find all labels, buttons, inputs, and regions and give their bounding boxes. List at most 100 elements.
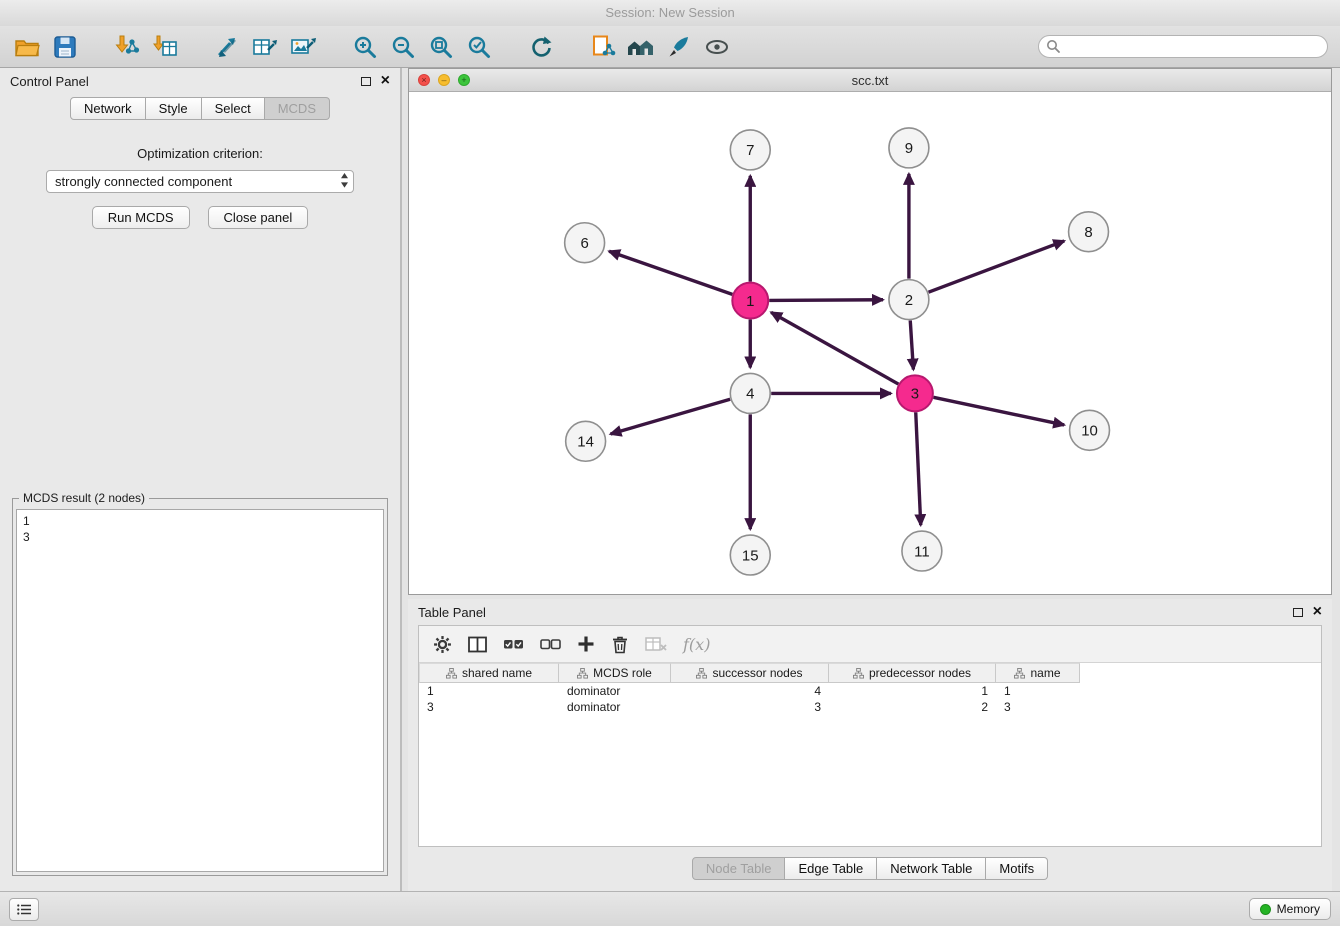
column-header-successor-nodes[interactable]: successor nodes [671,663,829,683]
close-panel-button[interactable]: Close panel [208,206,309,229]
refresh-view-icon[interactable] [526,32,556,62]
window-minimize-button[interactable]: – [438,74,450,86]
network-window-titlebar: × – + scc.txt [409,69,1331,92]
criterion-select[interactable]: strongly connected component [46,170,354,193]
table-row[interactable]: 1dominator411 [419,683,1321,699]
home-icon[interactable] [626,32,656,62]
close-table-panel-icon[interactable]: × [1313,605,1322,619]
table-tabbar: Node Table Edge Table Network Table Moti… [418,852,1322,884]
zoom-in-icon[interactable] [350,32,380,62]
graph-node-14[interactable]: 14 [566,421,606,461]
add-row-icon[interactable] [577,635,595,653]
new-network-icon[interactable] [212,32,242,62]
table-cell[interactable]: 2 [829,699,996,715]
graph-edge-1-2[interactable] [769,300,883,301]
graph-edge-3-11[interactable] [916,412,921,525]
tab-motifs[interactable]: Motifs [986,857,1048,880]
delete-row-icon[interactable] [611,635,629,654]
float-panel-icon[interactable] [361,77,371,86]
save-session-icon[interactable] [50,32,80,62]
graph-node-2[interactable]: 2 [889,280,929,320]
table-cell[interactable]: 3 [671,699,829,715]
column-header-name[interactable]: name [996,663,1080,683]
graph-edge-1-6[interactable] [609,251,732,294]
table-toolbar: f(x) [419,626,1321,663]
tab-network-table[interactable]: Network Table [877,857,986,880]
tab-edge-table[interactable]: Edge Table [785,857,877,880]
table-rows[interactable]: 1dominator4113dominator323 [419,683,1321,846]
function-builder-icon[interactable]: f(x) [683,635,710,654]
memory-status-icon [1260,904,1271,915]
graph-node-1[interactable]: 1 [732,283,768,319]
open-network-file-icon[interactable] [588,32,618,62]
network-canvas[interactable]: 7 9 6 8 1 2 4 3 14 10 15 11 [409,92,1331,594]
table-cell[interactable]: 1 [996,683,1080,699]
window-close-button[interactable]: × [418,74,430,86]
mcds-result-list[interactable]: 13 [16,509,384,872]
import-network-icon[interactable] [112,32,142,62]
table-cell[interactable]: dominator [559,683,671,699]
zoom-selected-icon[interactable] [464,32,494,62]
show-graphics-details-icon[interactable] [702,32,732,62]
zoom-out-icon[interactable] [388,32,418,62]
tab-mcds[interactable]: MCDS [265,97,330,120]
float-table-panel-icon[interactable] [1293,608,1303,617]
delete-table-icon[interactable] [645,636,667,652]
table-cell[interactable]: 4 [671,683,829,699]
new-table-icon[interactable] [250,32,280,62]
control-panel-header: Control Panel × [0,68,400,94]
tab-node-table[interactable]: Node Table [692,857,786,880]
table-cell[interactable]: 1 [419,683,559,699]
select-all-icon[interactable] [503,637,524,651]
graph-node-10[interactable]: 10 [1070,410,1110,450]
close-panel-icon[interactable]: × [381,74,390,88]
memory-button[interactable]: Memory [1249,898,1331,920]
graph-edge-2-3[interactable] [910,321,913,370]
table-cell[interactable]: 3 [419,699,559,715]
criterion-selected-value: strongly connected component [55,174,232,189]
graph-node-label: 10 [1081,423,1098,440]
window-maximize-button[interactable]: + [458,74,470,86]
column-header-shared-name[interactable]: shared name [419,663,559,683]
style-brush-icon[interactable] [664,32,694,62]
run-mcds-button[interactable]: Run MCDS [92,206,190,229]
table-cell[interactable]: dominator [559,699,671,715]
column-header-label: predecessor nodes [869,666,971,680]
tab-style[interactable]: Style [146,97,202,120]
open-session-icon[interactable] [12,32,42,62]
graph-node-8[interactable]: 8 [1069,212,1109,252]
tab-select[interactable]: Select [202,97,265,120]
graph-node-4[interactable]: 4 [730,373,770,413]
control-panel-title: Control Panel [10,74,89,89]
task-history-button[interactable] [9,898,39,921]
deselect-all-icon[interactable] [540,637,561,651]
graph-node-6[interactable]: 6 [565,223,605,263]
graph-edge-4-14[interactable] [611,399,731,434]
table-cell[interactable]: 3 [996,699,1080,715]
graph-node-11[interactable]: 11 [902,531,942,571]
export-image-icon[interactable] [288,32,318,62]
tab-network[interactable]: Network [70,97,146,120]
column-header-MCDS-role[interactable]: MCDS role [559,663,671,683]
graph-node-3[interactable]: 3 [897,375,933,411]
graph-edge-3-10[interactable] [933,397,1064,425]
column-header-predecessor-nodes[interactable]: predecessor nodes [829,663,996,683]
table-panel-header: Table Panel × [408,599,1332,625]
graph-node-7[interactable]: 7 [730,130,770,170]
graph-node-9[interactable]: 9 [889,128,929,168]
main-toolbar [0,26,1340,68]
show-columns-icon[interactable] [468,636,487,653]
zoom-fit-icon[interactable] [426,32,456,62]
main-area: Control Panel × Network Style Select MCD… [0,68,1340,891]
graph-edge-2-8[interactable] [929,241,1065,292]
table-panel: Table Panel × [408,599,1332,891]
table-cell[interactable]: 1 [829,683,996,699]
import-table-icon[interactable] [150,32,180,62]
graph-edge-3-1[interactable] [771,312,898,384]
search-input[interactable] [1038,35,1328,58]
settings-icon[interactable] [433,635,452,654]
graph-node-15[interactable]: 15 [730,535,770,575]
graph-node-label: 1 [746,293,754,310]
table-row[interactable]: 3dominator323 [419,699,1321,715]
network-graph[interactable]: 7 9 6 8 1 2 4 3 14 10 15 11 [409,92,1331,594]
